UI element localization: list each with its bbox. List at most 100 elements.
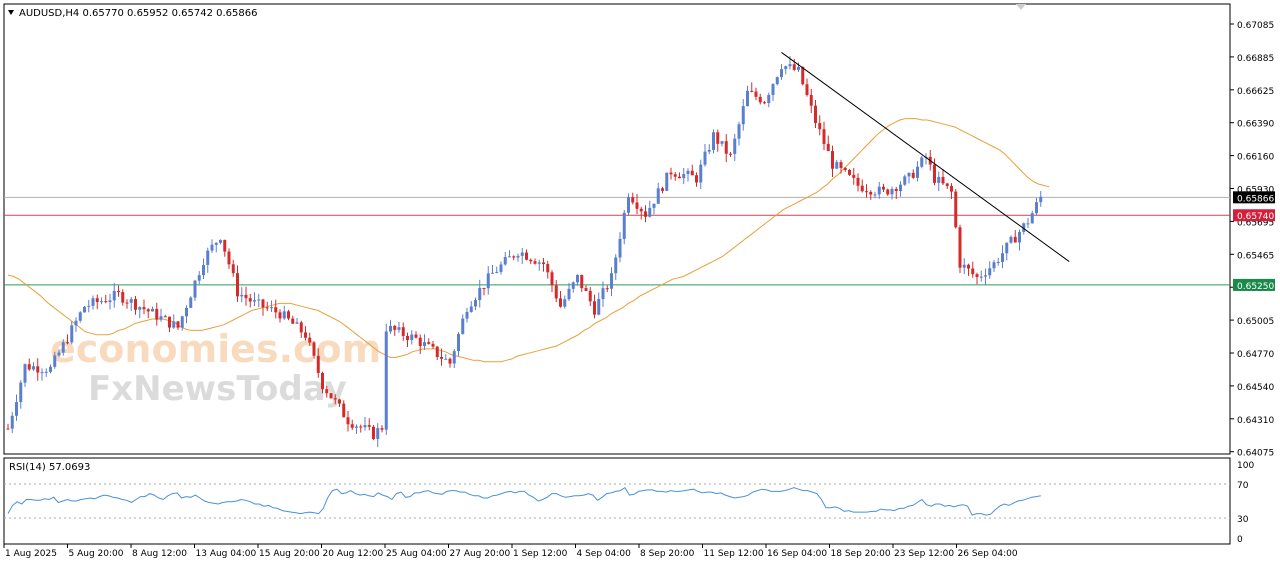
- candle-body: [423, 342, 426, 347]
- candle-body: [435, 346, 439, 357]
- candle-body: [40, 372, 44, 374]
- candle-body: [512, 256, 516, 258]
- rsi-tick-label: 0: [1237, 535, 1243, 545]
- price-tick-label: 0.65465: [1237, 251, 1274, 261]
- candle-body: [180, 316, 184, 328]
- candle-body: [427, 342, 431, 344]
- candle-body: [601, 288, 605, 299]
- rsi-plot-frame: [3, 457, 1231, 545]
- candle-body: [856, 177, 860, 186]
- candle-body: [274, 307, 278, 313]
- candle-body: [631, 197, 635, 203]
- candle-body: [763, 102, 766, 104]
- time-tick-label: 1 Aug 2025: [5, 549, 57, 559]
- candle-body: [801, 66, 805, 85]
- candle-body: [673, 174, 677, 177]
- candle-body: [639, 208, 643, 212]
- candle-body: [826, 143, 830, 152]
- candle-body: [597, 298, 601, 315]
- candle-body: [78, 312, 82, 321]
- candle-body: [533, 261, 537, 264]
- candle-body: [690, 170, 694, 176]
- candle-body: [792, 64, 796, 70]
- candle-body: [652, 203, 656, 208]
- candle-body: [962, 264, 966, 268]
- candle-body: [197, 275, 201, 281]
- candle-body: [240, 294, 244, 297]
- candle-body: [414, 334, 418, 338]
- candle-body: [852, 174, 856, 178]
- candle-body: [1018, 231, 1021, 243]
- candle-body: [129, 299, 133, 303]
- candle-body: [125, 302, 129, 304]
- candle-body: [100, 301, 103, 303]
- candle-body: [873, 194, 877, 196]
- rsi-tick-label: 100: [1237, 461, 1254, 471]
- candle-body: [138, 307, 142, 310]
- time-tick-label: 25 Aug 04:00: [386, 549, 447, 559]
- candle-body: [682, 173, 686, 179]
- candle-body: [325, 389, 329, 394]
- candle-body: [66, 342, 69, 344]
- candle-body: [797, 66, 800, 70]
- candle-body: [767, 94, 771, 104]
- candle-body: [843, 167, 847, 170]
- candle-body: [614, 257, 618, 274]
- candle-body: [860, 185, 864, 192]
- candle-body: [117, 290, 120, 293]
- candle-body: [359, 426, 363, 428]
- time-tick-label: 16 Sep 04:00: [767, 549, 827, 559]
- candle-body: [474, 300, 477, 307]
- candle-body: [882, 186, 885, 190]
- candle-body: [971, 268, 975, 275]
- candle-body: [355, 426, 358, 428]
- candle-body: [1009, 236, 1013, 243]
- candle-body: [542, 262, 545, 265]
- rsi-axis: 100 70 30 0: [1237, 461, 1254, 545]
- candle-body: [729, 153, 732, 155]
- candle-body: [576, 274, 579, 283]
- candle-body: [350, 424, 354, 428]
- candle-body: [848, 169, 851, 175]
- candle-body: [210, 244, 214, 251]
- candle-body: [465, 311, 469, 319]
- candle-body: [754, 91, 758, 97]
- candle-body: [916, 166, 919, 178]
- candle-body: [1013, 236, 1017, 243]
- candle-body: [1030, 213, 1034, 224]
- candle-body: [495, 271, 499, 273]
- candle-body: [74, 320, 78, 326]
- candle-body: [720, 141, 724, 144]
- candle-body: [950, 186, 953, 192]
- candle-body: [979, 276, 983, 278]
- candle-body: [567, 288, 571, 300]
- candle-body: [686, 170, 690, 174]
- candle-body: [1026, 223, 1030, 225]
- candle-body: [695, 175, 698, 183]
- candle-body: [610, 273, 613, 289]
- candle-body: [1001, 253, 1004, 262]
- chart-window: economies.com FxNewsToday AUDUSD,H4 0.65…: [0, 0, 1280, 567]
- candle-body: [958, 227, 962, 268]
- price-chart[interactable]: economies.com FxNewsToday AUDUSD,H4 0.65…: [0, 0, 1280, 567]
- candle-body: [155, 308, 159, 320]
- candle-body: [363, 425, 367, 428]
- price-tick-label: 0.66625: [1237, 87, 1274, 97]
- candle-body: [724, 141, 728, 154]
- candle-body: [469, 306, 473, 312]
- candle-body: [771, 84, 775, 95]
- time-axis: 1 Aug 2025 5 Aug 20:00 8 Aug 12:00 13 Aug 0…: [3, 544, 1018, 559]
- time-tick-label: 27 Aug 20:00: [450, 549, 511, 559]
- candle-body: [401, 327, 405, 336]
- candle-body: [503, 257, 507, 265]
- candle-body: [678, 176, 681, 179]
- candle-body: [236, 273, 239, 297]
- candle-body: [788, 64, 792, 67]
- candle-body: [865, 191, 868, 193]
- candle-body: [61, 342, 65, 353]
- candle-body: [338, 399, 341, 404]
- candle-body: [36, 366, 40, 373]
- candle-body: [346, 417, 350, 425]
- price-badge-label: 0.65866: [1237, 194, 1274, 204]
- candle-body: [920, 157, 924, 167]
